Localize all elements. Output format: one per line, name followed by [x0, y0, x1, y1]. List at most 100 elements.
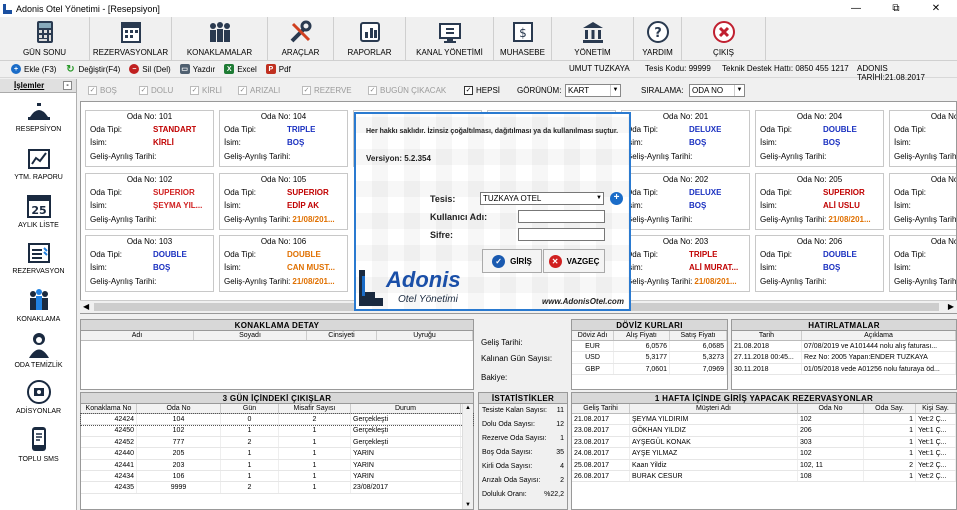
- minimize-button[interactable]: —: [836, 0, 876, 17]
- table-cell: Yet:1 Ç...: [916, 448, 956, 459]
- sidebar-item-ytm-raporu[interactable]: YTM. RAPORU: [0, 147, 77, 181]
- room-card[interactable]: Oda No: 101 Oda Tipi: STANDART İsim: KİRLİ Ge…: [85, 110, 214, 167]
- maximize-button[interactable]: ⧉: [876, 0, 916, 17]
- hatirlatma-table-body: 21.08.2018 07/08/2019 ve A101444 nolu alı…: [732, 341, 956, 376]
- room-card[interactable]: Oda No: 202 Oda Tipi: DELUXE İsim: BOŞ Geliş-…: [621, 173, 750, 230]
- toolbar-yardim-button[interactable]: ? YARDIM: [634, 17, 682, 61]
- room-card[interactable]: Oda No: 204 Oda Tipi: DOUBLE İsim: BOŞ Geliş-…: [755, 110, 884, 167]
- sidebar-item-toplu-sms[interactable]: TOPLU SMS: [0, 425, 77, 463]
- room-card[interactable]: Oda No: 208Oda Tipi: İsim: Geliş-Ayrılış T…: [889, 173, 956, 230]
- table-row[interactable]: 30.11.2018 01/05/2018 vede A01256 nolu fa…: [732, 363, 956, 376]
- filter-hepsi-checkbox[interactable]: ✓ HEPSİ: [464, 86, 500, 95]
- filter-bos-checkbox[interactable]: ✓ BOŞ: [88, 86, 117, 95]
- sidebar-collapse-button[interactable]: -: [63, 81, 72, 90]
- room-card[interactable]: Oda No: 104 Oda Tipi: TRIPLE İsim: BOŞ Geliş-…: [219, 110, 348, 167]
- table-row[interactable]: 27.11.2018 00:45... Rez No: 2005 Yapan:EN…: [732, 352, 956, 364]
- table-row[interactable]: 42434 106 1 1 YARIN: [81, 470, 473, 483]
- password-input[interactable]: [518, 228, 605, 241]
- room-type-value: DOUBLE: [153, 250, 187, 259]
- room-guest-label: İsim:: [224, 263, 241, 272]
- toolbar-muhasebe-button[interactable]: $ MUHASEBE: [494, 17, 552, 61]
- scroll-down-icon[interactable]: ▼: [465, 502, 471, 508]
- sidebar-item-aylik-liste[interactable]: 25 AYLIK LİSTE: [0, 193, 77, 229]
- table-row[interactable]: 23.08.2017 AYŞEGÜL KONAK 303 1 Yet:1 Ç...: [572, 436, 956, 449]
- checkbox-box: ✓: [238, 86, 247, 95]
- table-cell: 2: [221, 436, 279, 448]
- table-row[interactable]: 23.08.2017 GÖKHAN YILDIZ 206 1 Yet:1 Ç...: [572, 425, 956, 437]
- sidebar-item-konaklama[interactable]: KONAKLAMA: [0, 287, 77, 323]
- sidebar-item-rezervasyon[interactable]: REZERVASYON: [0, 241, 77, 275]
- sil-button[interactable]: − Sil (Del): [129, 64, 171, 74]
- tesis-select[interactable]: TUZKAYA OTEL ▼: [480, 192, 604, 205]
- table-row[interactable]: USD 5,3177 5,3273: [572, 352, 727, 364]
- close-window-button[interactable]: ✕: [916, 0, 956, 17]
- room-guest-label: İsim:: [90, 263, 107, 272]
- room-dates-label: Geliş-Ayrılış Tarihi:: [760, 152, 827, 161]
- table-row[interactable]: 42441 203 1 1 YARIN: [81, 459, 473, 471]
- room-card[interactable]: Oda No: 205 Oda Tipi: SUPERIOR İsim: ALİ USL…: [755, 173, 884, 230]
- filter-arizali-checkbox[interactable]: ✓ ARIZALI: [238, 86, 280, 95]
- toolbar-yonetim-button[interactable]: YÖNETİM: [552, 17, 634, 61]
- filter-bugun-cikacak-checkbox[interactable]: ✓ BUGÜN ÇIKACAK: [368, 86, 446, 95]
- filter-dolu-checkbox[interactable]: ✓ DOLU: [139, 86, 173, 95]
- siralama-select[interactable]: ODA NO ▼: [689, 84, 745, 97]
- yazdir-button[interactable]: ▭ Yazdır: [179, 64, 215, 74]
- scroll-left-icon[interactable]: ◀: [83, 302, 89, 311]
- scroll-up-icon[interactable]: ▲: [465, 405, 471, 411]
- sidebar-item-adisyonlar[interactable]: ADİSYONLAR: [0, 379, 77, 415]
- room-card[interactable]: Oda No: 105 Oda Tipi: SUPERIOR İsim: EDİP AK…: [219, 173, 348, 230]
- toolbar-rezervasyonlar-button[interactable]: REZERVASYONLAR: [90, 17, 172, 61]
- room-card[interactable]: Oda No: 203 Oda Tipi: TRIPLE İsim: ALİ MURAT…: [621, 235, 750, 292]
- filter-kirli-checkbox[interactable]: ✓ KİRLİ: [190, 86, 222, 95]
- room-guest-value: BOŞ: [823, 138, 841, 147]
- table-row[interactable]: 42440 205 1 1 YARIN: [81, 448, 473, 460]
- toolbar-raporlar-button[interactable]: RAPORLAR: [334, 17, 406, 61]
- giris-button[interactable]: ✓ GİRİŞ: [482, 249, 542, 273]
- table-row[interactable]: 42424 104 0 2 Gerçekleşti: [80, 412, 474, 427]
- stat-value: 12: [556, 421, 564, 428]
- room-card[interactable]: Oda No: 209Oda Tipi: İsim: Geliş-Ayrılış T…: [889, 235, 956, 292]
- toolbar-cikis-button[interactable]: ÇIKIŞ: [682, 17, 766, 61]
- room-card[interactable]: Oda No: 207Oda Tipi: İsim: Geliş-Ayrılış T…: [889, 110, 956, 167]
- filter-rezerve-checkbox[interactable]: ✓ REZERVE: [302, 86, 352, 95]
- room-card[interactable]: Oda No: 102 Oda Tipi: SUPERIOR İsim: ŞEYMA Y…: [85, 173, 214, 230]
- version-label: Versiyon: 5.2.354: [366, 154, 431, 163]
- table-row[interactable]: 42450 102 1 1 Gerçekleşti: [81, 425, 473, 437]
- scroll-right-icon[interactable]: ▶: [948, 302, 954, 311]
- table-row[interactable]: 24.08.2017 AYŞE YILMAZ 102 1 Yet:1 Ç...: [572, 448, 956, 460]
- table-row[interactable]: 42435 9999 2 1 23/08/2017: [81, 482, 473, 494]
- table-row[interactable]: 26.08.2017 BURAK CESUR 108 1 Yet:2 Ç...: [572, 470, 956, 483]
- sidebar-item-oda-temizlik[interactable]: ODA TEMİZLİK: [0, 331, 77, 369]
- toolbar-gun-sonu-button[interactable]: GÜN SONU: [0, 17, 90, 61]
- table-row[interactable]: 25.08.2017 Kaan Yildiz 102, 11 2 Yet:2 Ç...: [572, 459, 956, 471]
- stat-value: 11: [556, 407, 564, 414]
- calendar-icon: [120, 22, 141, 43]
- toolbar-araclar-button[interactable]: ARAÇLAR: [268, 17, 334, 61]
- room-guest-value: EDİP AK: [287, 201, 320, 210]
- vazgec-button[interactable]: ✕ VAZGEÇ: [543, 249, 605, 273]
- room-card[interactable]: Oda No: 201 Oda Tipi: DELUXE İsim: BOŞ Geliş-…: [621, 110, 750, 167]
- username-input[interactable]: [518, 210, 605, 223]
- table-row[interactable]: 21.08.2017 ŞEYMA YILDIRIM 102 1 Yet:2 Ç...: [572, 414, 956, 426]
- room-card[interactable]: Oda No: 206 Oda Tipi: DOUBLE İsim: BOŞ Geliş-…: [755, 235, 884, 292]
- pdf-button[interactable]: P Pdf: [265, 64, 291, 74]
- brand-subtitle: Otel Yönetimi: [398, 294, 458, 305]
- room-card[interactable]: Oda No: 103 Oda Tipi: DOUBLE İsim: BOŞ Geliş-…: [85, 235, 214, 292]
- table-row[interactable]: 42452 777 2 1 Gerçekleşti: [81, 436, 473, 449]
- sidebar-item-resepsiyon[interactable]: RESEPSİYON: [0, 99, 77, 133]
- table-row[interactable]: GBP 7,0601 7,0969: [572, 363, 727, 376]
- add-tesis-button[interactable]: +: [610, 192, 623, 205]
- gorunum-select[interactable]: KART ▼: [565, 84, 621, 97]
- excel-button[interactable]: X Excel: [224, 64, 257, 74]
- table-row[interactable]: EUR 6,0576 6,0685: [572, 341, 727, 353]
- table-cell: 1: [221, 448, 279, 459]
- ekle-button[interactable]: + Ekle (F3): [11, 64, 56, 74]
- room-card[interactable]: Oda No: 106 Oda Tipi: DOUBLE İsim: CAN MUST.…: [219, 235, 348, 292]
- table-row[interactable]: 21.08.2018 07/08/2019 ve A101444 nolu alı…: [732, 341, 956, 353]
- cikislar-scrollbar[interactable]: ▲ ▼: [462, 404, 473, 509]
- toolbar-label: ARAÇLAR: [281, 48, 320, 57]
- toolbar-konaklamalar-button[interactable]: KONAKLAMALAR: [172, 17, 268, 61]
- giris-rezervasyonlar-panel: 1 HAFTA İÇİNDE GİRİŞ YAPACAK REZERVASYON…: [571, 392, 957, 510]
- toolbar-kanal-yonetimi-button[interactable]: KANAL YÖNETİMİ: [406, 17, 494, 61]
- degistir-button[interactable]: ↻ Değiştir(F4): [65, 64, 120, 75]
